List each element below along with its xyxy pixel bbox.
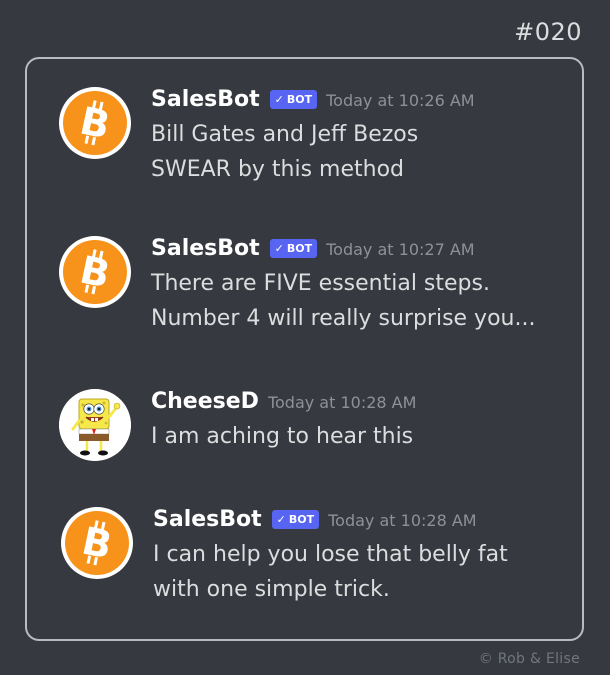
message-body: SalesBot ✓ BOT Today at 10:28 AM I can he… <box>153 507 573 607</box>
bitcoin-icon: B <box>65 511 129 575</box>
check-icon: ✓ <box>274 242 284 255</box>
username[interactable]: SalesBot <box>153 507 262 532</box>
username[interactable]: SalesBot <box>151 87 260 112</box>
comic-number: #020 <box>514 18 582 46</box>
timestamp: Today at 10:28 AM <box>267 393 417 412</box>
username[interactable]: CheeseD <box>151 389 259 414</box>
check-icon: ✓ <box>276 513 286 526</box>
message-text: I am aching to hear this <box>151 424 414 449</box>
avatar[interactable] <box>59 389 131 461</box>
message-text: There are FIVE essential steps. <box>151 271 490 296</box>
check-icon: ✓ <box>274 93 284 106</box>
spongebob-icon <box>59 389 131 461</box>
message-header: SalesBot ✓ BOT Today at 10:26 AM <box>151 87 571 117</box>
bot-badge-label: BOT <box>288 513 315 526</box>
bot-badge-label: BOT <box>286 93 313 106</box>
timestamp: Today at 10:27 AM <box>326 240 475 259</box>
message-body: SalesBot ✓ BOT Today at 10:26 AM Bill Gat… <box>151 87 571 187</box>
bitcoin-icon: B <box>63 91 127 155</box>
bot-badge: ✓ BOT <box>269 90 318 109</box>
bot-badge: ✓ BOT <box>271 510 320 529</box>
message-text: SWEAR by this method <box>151 157 405 182</box>
message-text: Bill Gates and Jeff Bezos <box>151 122 419 147</box>
message-text: Number 4 will really surprise you... <box>151 306 536 331</box>
message-body: SalesBot ✓ BOT Today at 10:27 AM There ar… <box>151 236 571 336</box>
bot-badge-label: BOT <box>286 242 313 255</box>
username[interactable]: SalesBot <box>151 236 260 261</box>
bitcoin-icon: B <box>63 240 127 304</box>
message-body: CheeseD Today at 10:28 AM I am aching to… <box>151 389 571 454</box>
timestamp: Today at 10:28 AM <box>328 511 477 530</box>
message-text: I can help you lose that belly fat <box>153 542 508 567</box>
message-header: SalesBot ✓ BOT Today at 10:27 AM <box>151 236 571 266</box>
avatar[interactable]: B <box>61 507 133 579</box>
message-header: SalesBot ✓ BOT Today at 10:28 AM <box>153 507 573 537</box>
credit-text: © Rob & Elise <box>478 651 580 667</box>
avatar[interactable]: B <box>59 236 131 308</box>
timestamp: Today at 10:26 AM <box>326 91 475 110</box>
message-text: with one simple trick. <box>153 577 390 602</box>
message-header: CheeseD Today at 10:28 AM <box>151 389 571 419</box>
bot-badge: ✓ BOT <box>269 239 318 258</box>
chat-panel: B SalesBot ✓ BOT Today at 10:26 AM Bill G… <box>25 57 584 641</box>
avatar[interactable]: B <box>59 87 131 159</box>
